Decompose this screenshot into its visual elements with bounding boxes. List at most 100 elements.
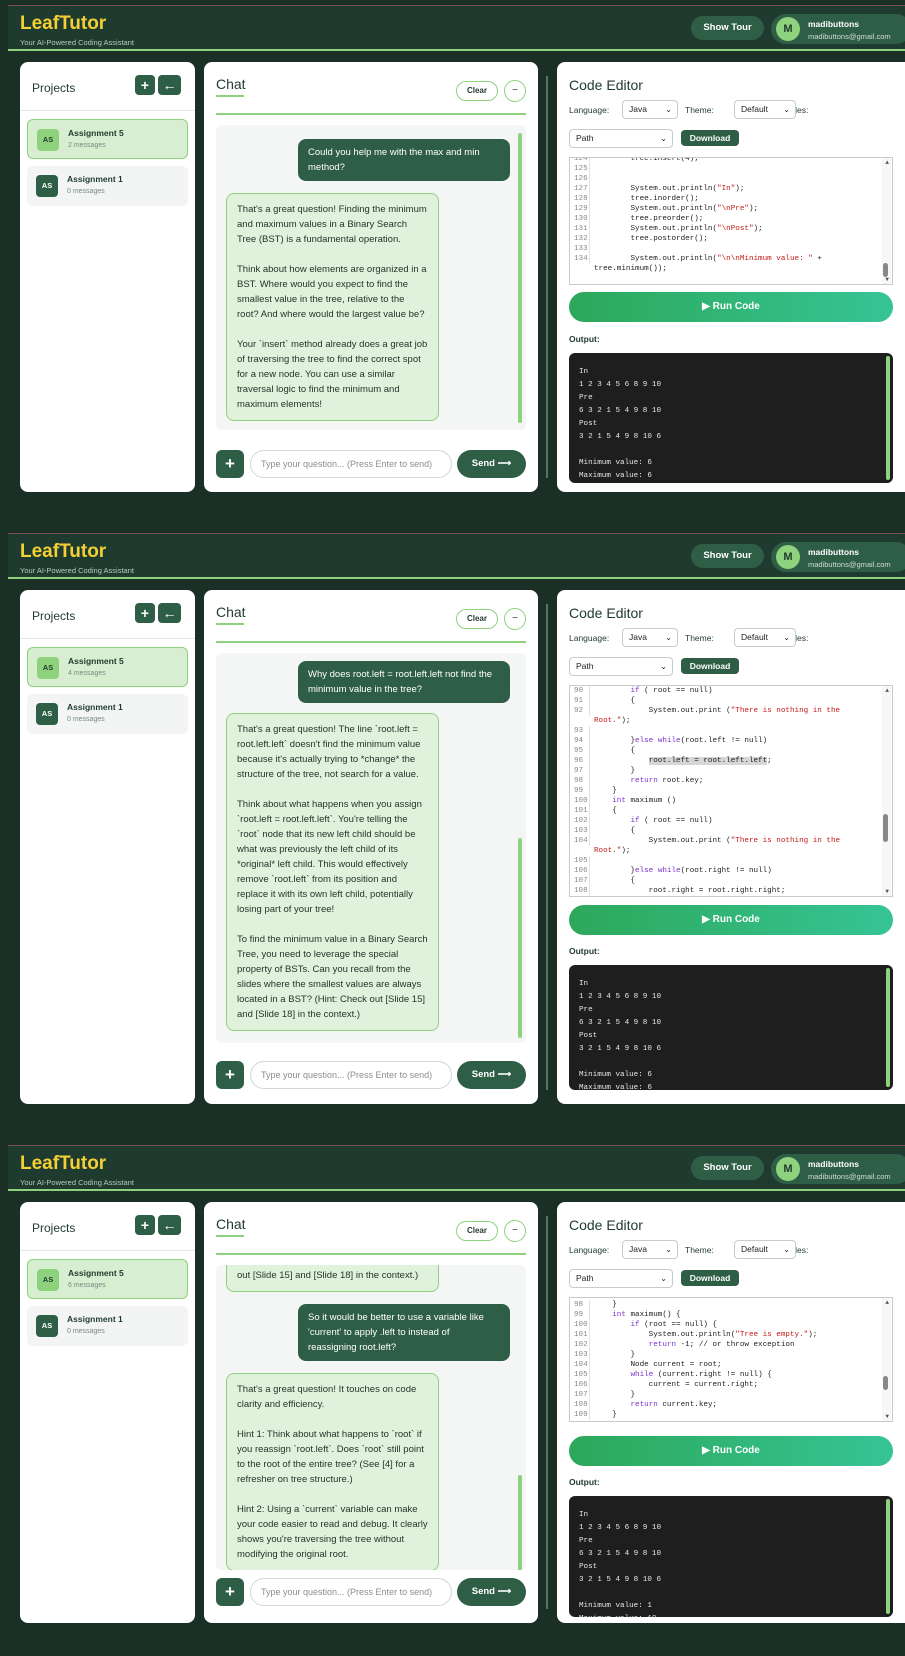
- code-token: }: [594, 1301, 617, 1309]
- clear-chat-button[interactable]: Clear: [456, 81, 498, 101]
- projects-title: Projects: [32, 609, 76, 623]
- chat-title-underline: [216, 1235, 244, 1237]
- code-token: tree.preorder();: [594, 215, 704, 223]
- code-area[interactable]: 90 if ( root == null) 91 {92 System.out.p…: [569, 685, 893, 897]
- message-list[interactable]: out [Slide 15] and [Slide 18] in the con…: [216, 1265, 526, 1570]
- code-line: 91 {: [570, 696, 882, 706]
- theme-select[interactable]: Default ⌄: [734, 1240, 796, 1259]
- attach-button[interactable]: +: [216, 1578, 244, 1606]
- attach-button[interactable]: +: [216, 450, 244, 478]
- add-project-button[interactable]: +: [135, 603, 155, 623]
- run-code-button[interactable]: ▶ Run Code: [569, 292, 893, 322]
- user-profile[interactable]: Mmadibuttons madibuttons@gmail.com: [771, 542, 905, 572]
- project-item[interactable]: AS Assignment 1 0 messages: [27, 1306, 188, 1346]
- add-project-button[interactable]: +: [135, 75, 155, 95]
- chat-input[interactable]: [250, 1578, 452, 1606]
- code-token: "Tree is empty.": [735, 1331, 809, 1339]
- scroll-down-icon[interactable]: ▼: [885, 888, 889, 895]
- code-editor-title: Code Editor: [569, 605, 643, 621]
- project-item[interactable]: AS Assignment 5 4 messages: [27, 647, 188, 687]
- code-token: tree.insert(4);: [594, 157, 699, 163]
- scroll-up-icon[interactable]: ▲: [885, 1299, 889, 1306]
- run-code-button[interactable]: ▶ Run Code: [569, 1436, 893, 1466]
- message-list[interactable]: Why does root.left = root.left.left not …: [216, 653, 526, 1043]
- file-path-select[interactable]: Path ⌄: [569, 657, 673, 676]
- download-button[interactable]: Download: [681, 130, 739, 146]
- project-item[interactable]: AS Assignment 5 2 messages: [27, 119, 188, 159]
- output-scrollbar[interactable]: [886, 968, 890, 1087]
- code-scroll-thumb[interactable]: [883, 814, 888, 842]
- language-select[interactable]: Java ⌄: [622, 628, 678, 647]
- send-button[interactable]: Send ⟶: [457, 1578, 526, 1606]
- code-line: 108 root.right = root.right.right;: [570, 886, 882, 896]
- file-path-select[interactable]: Path ⌄: [569, 129, 673, 148]
- code-token: }: [594, 787, 617, 795]
- output-console: In 1 2 3 4 5 6 8 9 10 Pre 6 3 2 1 5 4 9 8 1…: [569, 965, 893, 1090]
- clear-chat-button[interactable]: Clear: [456, 609, 498, 629]
- attach-button[interactable]: +: [216, 1061, 244, 1089]
- scroll-down-icon[interactable]: ▼: [885, 1413, 889, 1420]
- user-profile[interactable]: Mmadibuttons madibuttons@gmail.com: [771, 14, 905, 44]
- project-item[interactable]: AS Assignment 5 6 messages: [27, 1259, 188, 1299]
- collapse-sidebar-button[interactable]: ←: [158, 603, 181, 623]
- chat-input[interactable]: [250, 1061, 452, 1089]
- panel-resize-handle[interactable]: [546, 604, 548, 1090]
- collapse-sidebar-button[interactable]: ←: [158, 1215, 181, 1235]
- user-profile[interactable]: Mmadibuttons madibuttons@gmail.com: [771, 1154, 905, 1184]
- code-line: 128 tree.inorder();: [570, 194, 882, 204]
- chat-input[interactable]: [250, 450, 452, 478]
- chat-scrollbar[interactable]: [518, 838, 522, 1038]
- code-area[interactable]: 98 } 99 int maximum() {100 if (root == nu…: [569, 1297, 893, 1422]
- language-select[interactable]: Java ⌄: [622, 1240, 678, 1259]
- minimize-chat-button[interactable]: −: [504, 80, 526, 102]
- select-value: Path: [576, 1273, 594, 1283]
- minimize-chat-button[interactable]: −: [504, 608, 526, 630]
- language-select[interactable]: Java ⌄: [622, 100, 678, 119]
- message-list[interactable]: Could you help me with the max and min m…: [216, 125, 526, 430]
- minimize-chat-button[interactable]: −: [504, 1220, 526, 1242]
- project-item[interactable]: AS Assignment 1 0 messages: [27, 166, 188, 206]
- show-tour-button[interactable]: Show Tour: [691, 16, 764, 40]
- code-scrollbar[interactable]: ▲ ▼: [882, 1298, 891, 1421]
- project-name: Assignment 1: [67, 702, 123, 712]
- project-name: Assignment 1: [67, 174, 123, 184]
- code-scroll-thumb[interactable]: [883, 263, 888, 277]
- select-value: Path: [576, 133, 594, 143]
- add-project-button[interactable]: +: [135, 1215, 155, 1235]
- show-tour-button[interactable]: Show Tour: [691, 544, 764, 568]
- send-button[interactable]: Send ⟶: [457, 450, 526, 478]
- code-line: 106 }else while(root.right != null): [570, 866, 882, 876]
- scroll-up-icon[interactable]: ▲: [885, 159, 889, 166]
- output-scrollbar[interactable]: [886, 1499, 890, 1614]
- run-code-button[interactable]: ▶ Run Code: [569, 905, 893, 935]
- project-badge: AS: [37, 129, 59, 151]
- code-token: return: [630, 1401, 658, 1409]
- avatar: M: [776, 545, 800, 569]
- panel-resize-handle[interactable]: [546, 76, 548, 478]
- download-button[interactable]: Download: [681, 1270, 739, 1286]
- clear-chat-button[interactable]: Clear: [456, 1221, 498, 1241]
- download-button[interactable]: Download: [681, 658, 739, 674]
- scroll-down-icon[interactable]: ▼: [885, 276, 889, 283]
- send-button[interactable]: Send ⟶: [457, 1061, 526, 1089]
- project-item[interactable]: AS Assignment 1 0 messages: [27, 694, 188, 734]
- line-number: 125: [570, 164, 590, 174]
- code-scrollbar[interactable]: ▲ ▼: [882, 686, 891, 896]
- panel-resize-handle[interactable]: [546, 1216, 548, 1609]
- theme-select[interactable]: Default ⌄: [734, 100, 796, 119]
- code-scroll-thumb[interactable]: [883, 1376, 888, 1390]
- collapse-sidebar-button[interactable]: ←: [158, 75, 181, 95]
- scroll-up-icon[interactable]: ▲: [885, 687, 889, 694]
- project-message-count: 6 messages: [68, 1282, 106, 1289]
- code-scrollbar[interactable]: ▲ ▼: [882, 158, 891, 284]
- chat-scrollbar[interactable]: [518, 1475, 522, 1570]
- theme-select[interactable]: Default ⌄: [734, 628, 796, 647]
- output-scrollbar[interactable]: [886, 356, 890, 480]
- show-tour-button[interactable]: Show Tour: [691, 1156, 764, 1180]
- code-area[interactable]: 124 tree.insert(4); 125 126 127 System.out.…: [569, 157, 893, 285]
- code-token: {: [594, 697, 636, 705]
- file-path-select[interactable]: Path ⌄: [569, 1269, 673, 1288]
- chat-scrollbar[interactable]: [518, 133, 522, 423]
